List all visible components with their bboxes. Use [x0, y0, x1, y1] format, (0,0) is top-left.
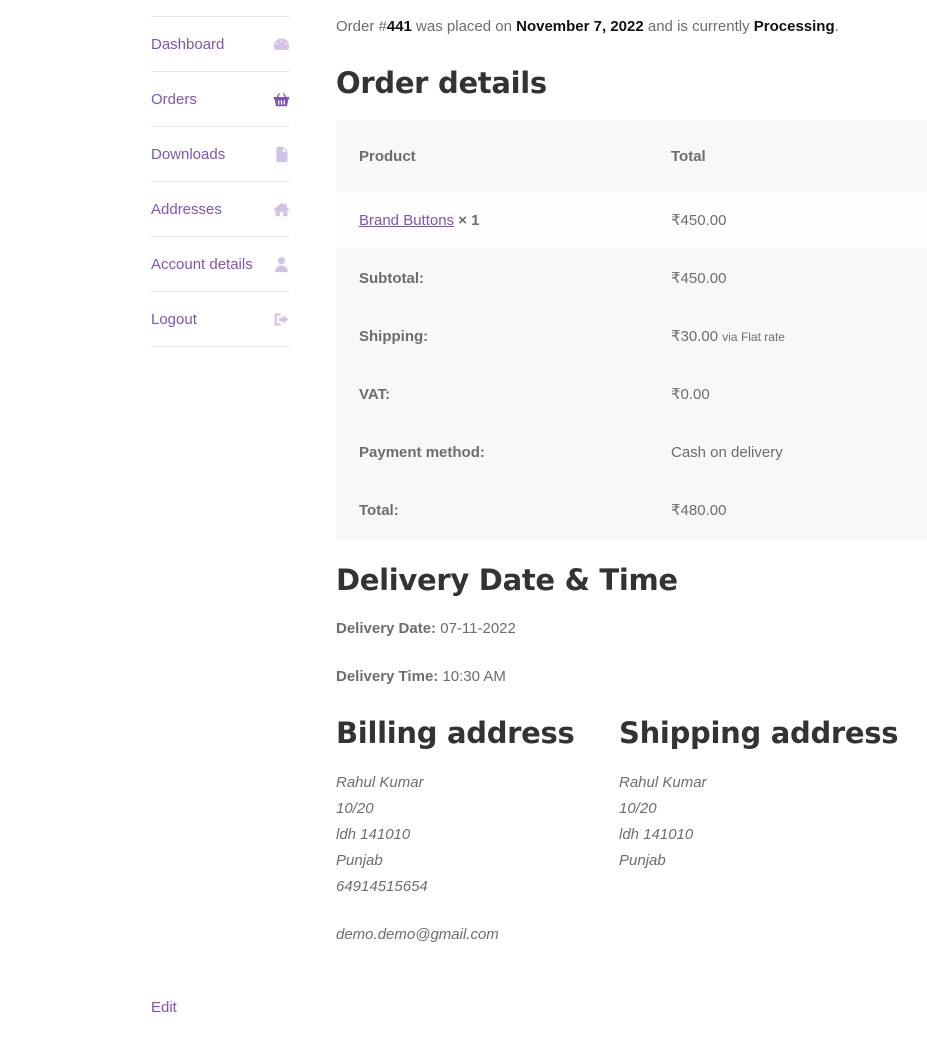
- order-notice: Order #441 was placed on November 7, 202…: [336, 18, 839, 35]
- totals-value: ₹30.00: [671, 328, 719, 345]
- nav-item-addresses[interactable]: Addresses: [151, 182, 290, 237]
- product-cell: Brand Buttons × 1: [336, 191, 648, 249]
- totals-row-payment-method: Payment method: Cash on delivery: [336, 423, 927, 481]
- order-status: Processing: [753, 18, 835, 35]
- delivery-time-value: 10:30 AM: [442, 668, 506, 685]
- billing-city-postcode: ldh 141010: [336, 826, 411, 843]
- nav-item-orders[interactable]: Orders: [151, 72, 290, 127]
- delivery-title: Delivery Date & Time: [336, 563, 678, 597]
- delivery-time-label: Delivery Time:: [336, 668, 439, 685]
- product-link[interactable]: Brand Buttons: [359, 212, 454, 229]
- user-icon: [272, 255, 290, 273]
- order-notice-prefix: Order #: [336, 18, 387, 35]
- table-header-row: Product Total: [336, 121, 927, 191]
- product-total: ₹450.00: [671, 212, 727, 229]
- table-row: Brand Buttons × 1 ₹450.00: [336, 191, 927, 249]
- shipping-address: Rahul Kumar 10/20 ldh 141010 Punjab: [619, 770, 707, 874]
- billing-state: Punjab: [336, 852, 383, 869]
- sign-out-icon: [272, 310, 290, 328]
- nav-item-dashboard[interactable]: Dashboard: [151, 17, 290, 72]
- dashboard-icon: [272, 35, 290, 53]
- totals-row-total: Total: ₹480.00: [336, 481, 927, 539]
- nav-item-logout[interactable]: Logout: [151, 292, 290, 347]
- home-icon: [272, 200, 290, 218]
- edit-link[interactable]: Edit: [151, 999, 177, 1016]
- totals-value: ₹450.00: [671, 270, 727, 287]
- delivery-time: Delivery Time: 10:30 AM: [336, 668, 506, 685]
- column-header-total: Total: [671, 147, 706, 165]
- totals-label: Subtotal:: [359, 269, 424, 287]
- nav-item-label: Logout: [151, 310, 197, 328]
- order-date: November 7, 2022: [516, 18, 644, 35]
- totals-value: Cash on delivery: [671, 443, 783, 461]
- nav-item-label: Downloads: [151, 145, 226, 163]
- shipping-name: Rahul Kumar: [619, 774, 707, 791]
- nav-item-label: Dashboard: [151, 35, 225, 53]
- nav-item-downloads[interactable]: Downloads: [151, 127, 290, 182]
- shipping-city-postcode: ldh 141010: [619, 826, 694, 843]
- basket-icon: [272, 90, 290, 108]
- shipping-method-note: via Flat rate: [722, 330, 785, 344]
- shipping-state: Punjab: [619, 852, 666, 869]
- totals-label: Total:: [359, 501, 399, 519]
- column-header-product: Product: [359, 147, 416, 165]
- order-notice-text: was placed on: [411, 18, 517, 35]
- order-number: 441: [386, 18, 412, 35]
- billing-name: Rahul Kumar: [336, 774, 424, 791]
- delivery-date-label: Delivery Date:: [336, 620, 437, 637]
- delivery-date: Delivery Date: 07-11-2022: [336, 620, 516, 637]
- product-quantity: × 1: [458, 211, 480, 229]
- totals-label: Payment method:: [359, 443, 485, 461]
- totals-row-subtotal: Subtotal: ₹450.00: [336, 249, 927, 307]
- shipping-address-title: Shipping address: [619, 716, 899, 750]
- nav-item-account-details[interactable]: Account details: [151, 237, 290, 292]
- totals-label: VAT:: [359, 385, 391, 403]
- billing-address-line: 10/20: [336, 800, 374, 817]
- shipping-address-line: 10/20: [619, 800, 657, 817]
- billing-address: Rahul Kumar 10/20 ldh 141010 Punjab 6491…: [336, 770, 499, 948]
- totals-value: ₹480.00: [671, 502, 727, 519]
- totals-row-shipping: Shipping: ₹30.00 via Flat rate: [336, 307, 927, 365]
- totals-value: ₹0.00: [671, 386, 710, 403]
- file-icon: [272, 145, 290, 163]
- nav-item-label: Addresses: [151, 200, 222, 218]
- billing-address-title: Billing address: [336, 716, 575, 750]
- order-notice-text: and is currently: [643, 18, 754, 35]
- billing-phone: 64914515654: [336, 878, 428, 895]
- nav-item-label: Orders: [151, 90, 197, 108]
- account-navigation: Dashboard Orders Downloads Addresses Acc…: [151, 16, 290, 347]
- totals-label: Shipping:: [359, 327, 429, 345]
- delivery-date-value: 07-11-2022: [440, 620, 516, 637]
- order-notice-end: .: [834, 18, 839, 35]
- order-details-table: Product Total Brand Buttons × 1 ₹450.00 …: [336, 121, 927, 539]
- totals-value-cell: ₹30.00 via Flat rate: [648, 307, 927, 365]
- billing-email: demo.demo@gmail.com: [336, 926, 499, 943]
- order-details-title: Order details: [336, 66, 547, 100]
- nav-item-label: Account details: [151, 255, 253, 273]
- totals-row-vat: VAT: ₹0.00: [336, 365, 927, 423]
